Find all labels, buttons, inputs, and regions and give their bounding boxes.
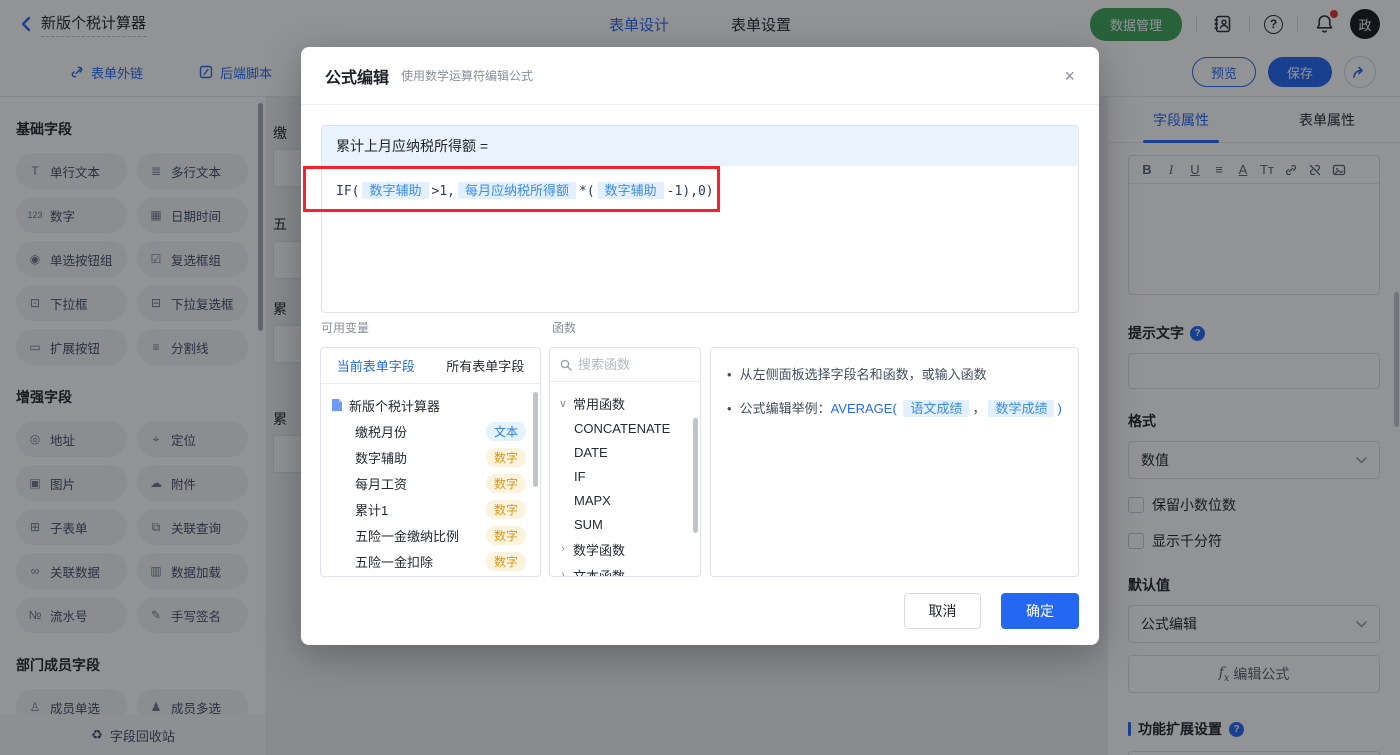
tab-current-form-fields[interactable]: 当前表单字段 (337, 356, 415, 375)
function-group-math[interactable]: › 数学函数 (550, 536, 700, 562)
function-item[interactable]: DATE (550, 440, 700, 464)
formula-field-chip[interactable]: 数字辅助 (597, 182, 664, 199)
variable-row[interactable]: 数字辅助 数字 (321, 444, 540, 470)
formula-field-chip[interactable]: 数字辅助 (362, 182, 429, 199)
tips-panel: • 从左侧面板选择字段名和函数，或输入函数 • 公式编辑举例：AVERAGE( … (710, 347, 1079, 577)
function-item[interactable]: CONCATENATE (550, 416, 700, 440)
tab-all-form-fields[interactable]: 所有表单字段 (446, 356, 524, 375)
variable-row[interactable]: 缴税月份 文本 (321, 418, 540, 444)
form-doc-icon (332, 399, 342, 411)
variable-row[interactable]: 每月工资 数字 (321, 470, 540, 496)
search-icon (560, 359, 572, 371)
cancel-button[interactable]: 取消 (904, 593, 981, 629)
variable-row[interactable]: 五险一金扣除 数字 (321, 548, 540, 574)
function-search-input[interactable] (578, 357, 678, 372)
type-badge: 数字 (485, 447, 526, 467)
type-badge: 数字 (485, 499, 526, 519)
formula-code: *( (579, 184, 595, 199)
formula-code: >1, (431, 184, 455, 199)
formula-code: IF( (336, 184, 360, 199)
confirm-button[interactable]: 确定 (1001, 593, 1079, 629)
caret-right-icon: › (561, 543, 565, 555)
example-function: AVERAGE( (830, 401, 897, 416)
type-badge: 数字 (485, 551, 526, 571)
formula-editor-dialog: 公式编辑 使用数学运算符编辑公式 × 累计上月应纳税所得额 = IF(数字辅助 >… (301, 47, 1099, 645)
type-badge: 数字 (485, 473, 526, 493)
formula-editor-area[interactable]: 累计上月应纳税所得额 = IF(数字辅助 >1, 每月应纳税所得额 *(数字辅助 -1)… (321, 125, 1079, 313)
variable-row[interactable]: 五险一金缴纳比例 数字 (321, 522, 540, 548)
type-badge: 数字 (485, 525, 526, 545)
type-badge: 文本 (485, 421, 526, 441)
functions-label: 函数 (552, 321, 577, 335)
function-item[interactable]: IF (550, 464, 700, 488)
function-item[interactable]: MAPX (550, 488, 700, 512)
function-group-text[interactable]: › 文本函数 (550, 562, 700, 577)
dialog-header: 公式编辑 使用数学运算符编辑公式 × (301, 47, 1099, 105)
formula-code: -1),0) (666, 184, 714, 199)
tip-line: • 从左侧面板选择字段名和函数，或输入函数 (727, 367, 987, 382)
tip-example-line: • 公式编辑举例：AVERAGE( 语文成绩，数学成绩) (727, 400, 1062, 417)
functions-panel: ∨ 常用函数 CONCATENATE DATE IF MAPX SUM › 数学… (549, 347, 701, 577)
formula-target-bar: 累计上月应纳税所得额 = (322, 126, 1078, 166)
close-icon[interactable]: × (1064, 67, 1075, 85)
function-item[interactable]: SUM (550, 512, 700, 536)
dialog-subtitle: 使用数学运算符编辑公式 (401, 69, 534, 83)
form-root-node[interactable]: 新版个税计算器 (321, 392, 540, 418)
caret-right-icon: › (561, 569, 565, 577)
dialog-title: 公式编辑 (325, 69, 390, 87)
functions-scrollbar[interactable] (693, 418, 698, 533)
function-search[interactable] (550, 348, 700, 382)
variables-panel: 当前表单字段 所有表单字段 新版个税计算器 缴税月份 文本 数字辅助 数字 每月工资… (320, 347, 541, 577)
example-field-chip: 数学成绩 (988, 400, 1055, 417)
formula-field-chip[interactable]: 每月应纳税所得额 (457, 182, 576, 199)
function-group-common[interactable]: ∨ 常用函数 (550, 390, 700, 416)
example-field-chip: 语文成绩 (903, 400, 970, 417)
caret-down-icon: ∨ (558, 397, 568, 410)
variables-label: 可用变量 (321, 321, 370, 335)
formula-expression[interactable]: IF(数字辅助 >1, 每月应纳税所得额 *(数字辅助 -1),0) (322, 166, 1078, 217)
variables-scrollbar[interactable] (533, 392, 538, 487)
app-root: 新版个税计算器 表单设计 表单设置 数据管理 ? 政 表单外链 后端脚本 预览 … (0, 0, 1400, 755)
variable-row[interactable]: 累计1 数字 (321, 496, 540, 522)
